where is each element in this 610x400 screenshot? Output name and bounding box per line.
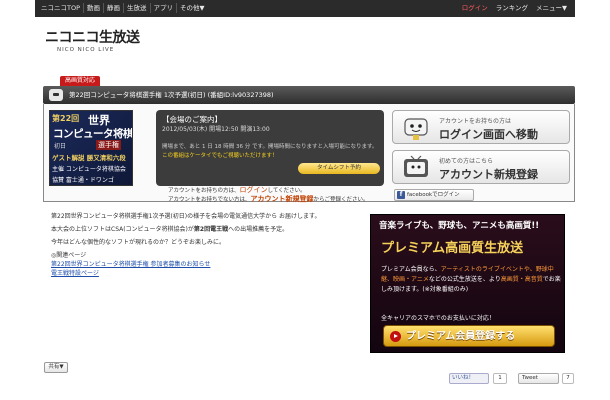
description-paragraph-3: 今年はどんな個性的なソフトが現れるのか？どうぞお楽しみに。	[51, 239, 226, 246]
thumb-title: コンピュータ将棋	[53, 128, 133, 140]
premium-register-label: プレミアム会員登録する	[406, 331, 516, 342]
desc-p2-post: への出場推薦を予定。	[228, 226, 289, 233]
facebook-like-button[interactable]: いいね！	[449, 373, 489, 384]
related-links-label: ◎関連ページ	[51, 252, 87, 259]
program-description: 第22回世界コンピュータ将棋選手権1次予選(初日)の様子を会場の電気通信大学から…	[51, 212, 369, 278]
facebook-login-button[interactable]: f facebookでログイン	[394, 189, 474, 201]
facebook-icon: f	[397, 191, 405, 199]
login-note-suffix: してください。	[267, 188, 306, 194]
tv-mascot-icon	[404, 155, 428, 177]
tweet-button[interactable]: Tweet	[518, 373, 559, 384]
related-link-1-row: 第22回世界コンピュータ将棋選手権 参加者募集のお知らせ	[51, 260, 369, 269]
tweet-count: 7	[562, 373, 574, 384]
login-note-prefix: アカウントをお持ちの方は、	[168, 188, 240, 194]
high-quality-badge: 高画質対応	[60, 76, 101, 86]
promo-body: プレミアム会員なら、アーティストのライブイベントや、野球中継、映画・アニメなどの…	[381, 265, 561, 295]
share-dropdown[interactable]: 共有▼	[44, 362, 68, 373]
thumb-day: 初日	[54, 143, 67, 150]
top-nav-right: ログイン ランキング メニュー▼	[458, 3, 571, 13]
nav-menu-dropdown[interactable]: メニュー▼	[532, 3, 571, 13]
top-navigation-inner: ニコニコTOP 動画 静画 生放送 アプリ その他▼ ログイン ランキング メニ…	[35, 0, 575, 17]
timeshift-reserve-button[interactable]: タイムシフト予約	[298, 163, 380, 174]
top-nav-left: ニコニコTOP 動画 静画 生放送 アプリ その他▼	[38, 3, 208, 13]
description-paragraph-2: 本大会の上位ソフトはCSA(コンピュータ将棋協会)が第2回電王戦への出場推薦を予…	[51, 225, 369, 234]
register-note-link[interactable]: アカウント新規登録	[251, 195, 314, 203]
nav-video[interactable]: 動画	[84, 3, 105, 13]
logo-sub-text: NICO NICO LIVE	[57, 47, 115, 53]
description-paragraph-1: 第22回世界コンピュータ将棋選手権1次予選(初日)の様子を会場の電気通信大学から…	[51, 213, 321, 220]
desc-p2-bold: 第2回電王戦	[193, 226, 229, 233]
venue-date: 2012/05/03(木) 開場12:50 開演13:00	[162, 126, 270, 133]
nav-seiga[interactable]: 静画	[104, 3, 125, 13]
thumb-sponsor: 協賛 富士通・ドワンゴ	[52, 177, 114, 184]
promo-body-a: プレミアム会員なら、	[381, 266, 441, 273]
promo-title: プレミアム高画質生放送	[381, 241, 524, 256]
register-note-prefix: アカウントをお持ちでない方は、	[168, 197, 251, 203]
premium-register-button[interactable]: プレミアム会員登録する	[383, 325, 555, 347]
venue-info-heading: 【会場のご案内】	[162, 115, 222, 124]
program-thumbnail: 第22回 世界 コンピュータ将棋 初日 選手権 ゲスト解説 勝又清和六段 主催 …	[49, 110, 133, 186]
time-remaining: 開場まで、あと 1 日 18 時間 36 分 です。開場時間になりますと入場可能…	[162, 144, 378, 150]
login-button-label: ログイン画面へ移動	[439, 128, 538, 141]
nav-app[interactable]: アプリ	[151, 3, 178, 13]
login-note-line2: アカウントをお持ちでない方は、アカウント新規登録からご登録ください。	[168, 195, 369, 205]
promo-carrier-note: 全キャリアのスマホでのお支払いに対応！	[381, 315, 495, 322]
mobile-viewing-note: この番組はケータイでもご視聴いただけます！	[162, 153, 278, 159]
related-link-1[interactable]: 第22回世界コンピュータ将棋選手権 参加者募集のお知らせ	[51, 261, 210, 268]
register-note-suffix: からご登録ください。	[313, 197, 369, 203]
promo-body-b: などの公式生放送を、より	[428, 276, 501, 283]
program-title-bar: 第22回コンピュータ将棋選手権 1次予選(初日) (番組ID:lv9032739…	[43, 86, 575, 104]
program-title: 第22回コンピュータ将棋選手権 1次予選(初日) (番組ID:lv9032739…	[69, 91, 274, 99]
premium-promo-banner[interactable]: 音楽ライブも、野球も、アニメも高画質!! プレミアム高画質生放送 プレミアム会員…	[370, 214, 565, 353]
venue-info-box: 【会場のご案内】 2012/05/03(木) 開場12:50 開演13:00 開…	[156, 110, 384, 186]
thumb-organizer: 主催 コンピュータ将棋協会	[52, 166, 126, 173]
niconico-live-logo[interactable]: ニコニコ生放送 NICO NICO LIVE	[45, 27, 140, 53]
login-note-link[interactable]: ログイン	[240, 186, 268, 194]
like-count: 1	[493, 373, 507, 384]
top-navigation-bar: ニコニコTOP 動画 静画 生放送 アプリ その他▼ ログイン ランキング メニ…	[0, 0, 610, 22]
logo-main-text: ニコニコ生放送	[45, 30, 140, 46]
facebook-login-label: facebookでログイン	[407, 192, 460, 198]
nav-other-dropdown[interactable]: その他▼	[177, 3, 208, 13]
tv-icon	[49, 89, 63, 101]
related-link-2-row: 電王戦特設ページ	[51, 269, 369, 278]
related-links: ◎関連ページ 第22回世界コンピュータ将棋選手権 参加者募集のお知らせ 電王戦特…	[51, 251, 369, 278]
nav-niconico-top[interactable]: ニコニコTOP	[38, 3, 85, 13]
related-link-2[interactable]: 電王戦特設ページ	[51, 270, 99, 277]
login-button-caption: アカウントをお持ちの方は	[439, 118, 512, 125]
mascot-icon	[404, 118, 428, 140]
thumb-guest: ゲスト解説 勝又清和六段	[52, 154, 126, 162]
nav-login-link[interactable]: ログイン	[458, 3, 492, 13]
play-arrow-icon	[390, 331, 401, 342]
nav-live[interactable]: 生放送	[124, 3, 151, 13]
nav-ranking-link[interactable]: ランキング	[492, 3, 532, 13]
promo-body-o3: 高画質・高音質	[500, 276, 543, 283]
thumb-championship: 選手権	[96, 140, 121, 150]
thumb-edition: 第22回	[52, 114, 80, 123]
desc-p2-pre: 本大会の上位ソフトはCSA(コンピュータ将棋協会)が	[51, 226, 194, 233]
promo-headline: 音楽ライブも、野球も、アニメも高画質!!	[379, 221, 540, 231]
register-button-caption: 初めての方はこちら	[439, 158, 494, 165]
account-register-button[interactable]: 初めての方はこちら アカウント新規登録	[392, 150, 570, 184]
register-button-label: アカウント新規登録	[439, 168, 538, 181]
promo-body-o1: アーティストのライブイベントや、	[440, 266, 536, 273]
login-screen-button[interactable]: アカウントをお持ちの方は ログイン画面へ移動	[392, 110, 570, 144]
